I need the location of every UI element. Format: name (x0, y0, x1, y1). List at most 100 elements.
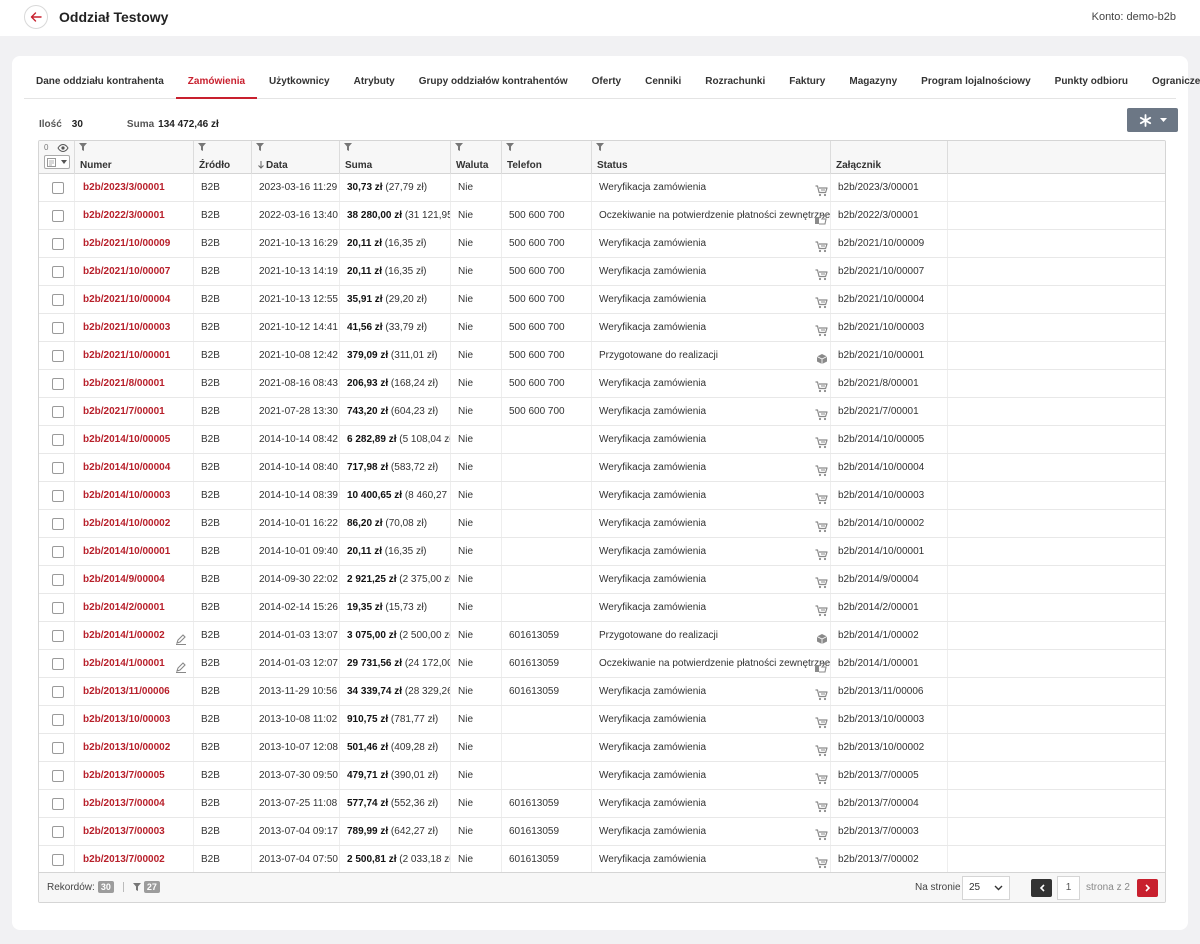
column-header-numer[interactable]: Numer (75, 141, 194, 174)
order-number-cell[interactable]: b2b/2022/3/00001 (75, 202, 194, 229)
row-checkbox[interactable] (52, 378, 64, 390)
row-checkbox[interactable] (52, 798, 64, 810)
row-checkbox[interactable] (52, 406, 64, 418)
order-number-link[interactable]: b2b/2013/7/00005 (83, 770, 165, 781)
edit-icon[interactable] (175, 661, 187, 673)
order-number-link[interactable]: b2b/2013/7/00004 (83, 798, 165, 809)
column-header-data[interactable]: Data (252, 141, 340, 174)
filter-icon[interactable] (344, 143, 352, 151)
order-number-link[interactable]: b2b/2022/3/00001 (83, 210, 165, 221)
order-number-cell[interactable]: b2b/2014/10/00003 (75, 482, 194, 509)
order-number-link[interactable]: b2b/2013/11/00006 (83, 686, 170, 697)
table-row[interactable]: b2b/2013/7/00003 B2B 2013-07-04 09:17 789,9… (39, 818, 1165, 846)
tab-2[interactable]: Użytkownicy (257, 68, 342, 99)
filter-icon[interactable] (198, 143, 206, 151)
filter-icon[interactable] (79, 143, 87, 151)
table-row[interactable]: b2b/2013/7/00004 B2B 2013-07-25 11:08 577,7… (39, 790, 1165, 818)
table-row[interactable]: b2b/2023/3/00001 B2B 2023-03-16 11:29 30,73… (39, 174, 1165, 202)
order-number-link[interactable]: b2b/2021/10/00004 (83, 294, 170, 305)
order-number-link[interactable]: b2b/2014/10/00003 (83, 490, 170, 501)
next-page-button[interactable] (1137, 879, 1158, 897)
select-all-dropdown[interactable] (44, 155, 70, 169)
table-row[interactable]: b2b/2021/10/00009 B2B 2021-10-13 16:29 20,1… (39, 230, 1165, 258)
table-row[interactable]: b2b/2021/7/00001 B2B 2021-07-28 13:30 743,2… (39, 398, 1165, 426)
order-number-cell[interactable]: b2b/2021/10/00001 (75, 342, 194, 369)
table-row[interactable]: b2b/2021/10/00001 B2B 2021-10-08 12:42 379,… (39, 342, 1165, 370)
row-checkbox[interactable] (52, 546, 64, 558)
table-row[interactable]: b2b/2014/1/00001 B2B 2014-01-03 12:07 29 73… (39, 650, 1165, 678)
tab-7[interactable]: Rozrachunki (693, 68, 777, 99)
order-number-cell[interactable]: b2b/2014/10/00001 (75, 538, 194, 565)
order-number-link[interactable]: b2b/2021/10/00009 (83, 238, 170, 249)
row-checkbox[interactable] (52, 490, 64, 502)
order-number-cell[interactable]: b2b/2013/11/00006 (75, 678, 194, 705)
tab-12[interactable]: Ograniczenia (1140, 68, 1200, 99)
filter-icon[interactable] (596, 143, 604, 151)
per-page-select[interactable]: 25 (962, 876, 1010, 900)
table-row[interactable]: b2b/2021/10/00003 B2B 2021-10-12 14:41 41,5… (39, 314, 1165, 342)
tab-5[interactable]: Oferty (580, 68, 633, 99)
table-row[interactable]: b2b/2014/2/00001 B2B 2014-02-14 15:26 19,35… (39, 594, 1165, 622)
table-row[interactable]: b2b/2021/10/00007 B2B 2021-10-13 14:19 20,1… (39, 258, 1165, 286)
table-row[interactable]: b2b/2014/10/00002 B2B 2014-10-01 16:22 86,2… (39, 510, 1165, 538)
order-number-link[interactable]: b2b/2013/7/00002 (83, 854, 165, 865)
table-row[interactable]: b2b/2013/11/00006 B2B 2013-11-29 10:56 34 3… (39, 678, 1165, 706)
order-number-link[interactable]: b2b/2014/1/00002 (83, 630, 165, 641)
order-number-cell[interactable]: b2b/2014/10/00005 (75, 426, 194, 453)
row-checkbox[interactable] (52, 294, 64, 306)
table-row[interactable]: b2b/2014/10/00004 B2B 2014-10-14 08:40 717,… (39, 454, 1165, 482)
order-number-cell[interactable]: b2b/2014/1/00002 (75, 622, 194, 649)
order-number-cell[interactable]: b2b/2013/7/00005 (75, 762, 194, 789)
order-number-link[interactable]: b2b/2014/1/00001 (83, 658, 165, 669)
table-row[interactable]: b2b/2013/10/00003 B2B 2013-10-08 11:02 910,… (39, 706, 1165, 734)
table-row[interactable]: b2b/2013/7/00005 B2B 2013-07-30 09:50 479,7… (39, 762, 1165, 790)
order-number-cell[interactable]: b2b/2014/9/00004 (75, 566, 194, 593)
table-row[interactable]: b2b/2014/9/00004 B2B 2014-09-30 22:02 2 921… (39, 566, 1165, 594)
row-checkbox[interactable] (52, 686, 64, 698)
column-header-zalacznik[interactable]: Załącznik (831, 141, 948, 174)
order-number-link[interactable]: b2b/2014/10/00001 (83, 546, 170, 557)
table-row[interactable]: b2b/2014/10/00003 B2B 2014-10-14 08:39 10 4… (39, 482, 1165, 510)
order-number-cell[interactable]: b2b/2021/10/00007 (75, 258, 194, 285)
tab-3[interactable]: Atrybuty (342, 68, 407, 99)
row-checkbox[interactable] (52, 434, 64, 446)
tab-11[interactable]: Punkty odbioru (1043, 68, 1140, 99)
table-row[interactable]: b2b/2014/10/00001 B2B 2014-10-01 09:40 20,1… (39, 538, 1165, 566)
row-checkbox[interactable] (52, 742, 64, 754)
column-header-telefon[interactable]: Telefon (502, 141, 592, 174)
row-checkbox[interactable] (52, 182, 64, 194)
tab-0[interactable]: Dane oddziału kontrahenta (24, 68, 176, 99)
tab-6[interactable]: Cenniki (633, 68, 693, 99)
order-number-cell[interactable]: b2b/2013/7/00002 (75, 846, 194, 873)
table-row[interactable]: b2b/2013/7/00002 B2B 2013-07-04 07:50 2 500… (39, 846, 1165, 874)
tab-4[interactable]: Grupy oddziałów kontrahentów (407, 68, 580, 99)
order-number-cell[interactable]: b2b/2021/10/00003 (75, 314, 194, 341)
tab-1[interactable]: Zamówienia (175, 68, 258, 99)
order-number-link[interactable]: b2b/2014/2/00001 (83, 602, 165, 613)
column-header-suma[interactable]: Suma (340, 141, 451, 174)
edit-icon[interactable] (175, 633, 187, 645)
order-number-cell[interactable]: b2b/2013/7/00004 (75, 790, 194, 817)
tools-menu-button[interactable] (1127, 108, 1178, 132)
order-number-link[interactable]: b2b/2014/10/00005 (83, 434, 170, 445)
tab-8[interactable]: Faktury (777, 68, 837, 99)
order-number-link[interactable]: b2b/2021/10/00003 (83, 322, 170, 333)
order-number-link[interactable]: b2b/2013/10/00003 (83, 714, 170, 725)
order-number-link[interactable]: b2b/2021/8/00001 (83, 378, 165, 389)
order-number-link[interactable]: b2b/2021/10/00007 (83, 266, 170, 277)
table-row[interactable]: b2b/2013/10/00002 B2B 2013-10-07 12:08 501,… (39, 734, 1165, 762)
row-checkbox[interactable] (52, 266, 64, 278)
order-number-cell[interactable]: b2b/2021/10/00004 (75, 286, 194, 313)
row-checkbox[interactable] (52, 630, 64, 642)
tab-9[interactable]: Magazyny (837, 68, 909, 99)
table-row[interactable]: b2b/2022/3/00001 B2B 2022-03-16 13:40 38 28… (39, 202, 1165, 230)
tab-10[interactable]: Program lojalnościowy (909, 68, 1042, 99)
filter-icon[interactable] (506, 143, 514, 151)
table-row[interactable]: b2b/2021/10/00004 B2B 2021-10-13 12:55 35,9… (39, 286, 1165, 314)
column-header-status[interactable]: Status (592, 141, 831, 174)
row-checkbox[interactable] (52, 714, 64, 726)
row-checkbox[interactable] (52, 770, 64, 782)
row-checkbox[interactable] (52, 462, 64, 474)
order-number-link[interactable]: b2b/2021/10/00001 (83, 350, 170, 361)
order-number-cell[interactable]: b2b/2021/7/00001 (75, 398, 194, 425)
